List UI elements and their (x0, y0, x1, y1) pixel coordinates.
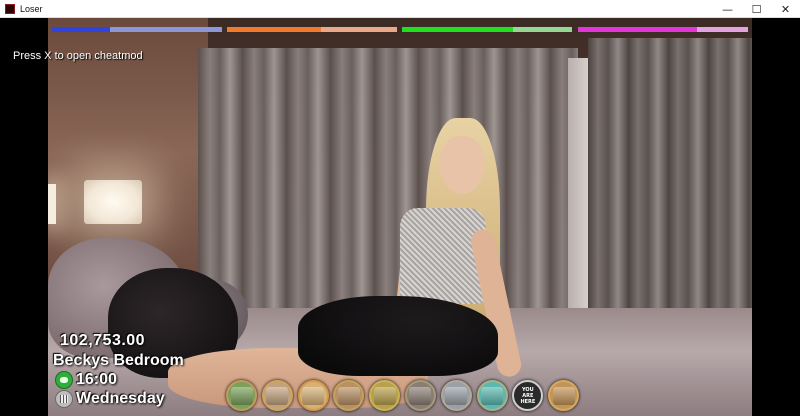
nav-door-icon (552, 386, 575, 405)
day-display: Wednesday (55, 390, 165, 408)
bar-orange (227, 27, 397, 32)
nav-character-button[interactable] (440, 380, 472, 411)
bar-magenta (578, 27, 748, 32)
game-viewport: Press X to open cheatmod 102,753.00 Beck… (0, 18, 800, 416)
nav-shop-button[interactable] (476, 380, 508, 411)
time-display[interactable]: 16:00 (55, 371, 117, 389)
close-button[interactable]: ✕ (771, 0, 800, 18)
window-title: Loser (20, 3, 43, 14)
bar-orange-fill (227, 27, 321, 32)
nav-door-button[interactable] (548, 380, 580, 411)
bar-blue-fill (52, 27, 110, 32)
bar-green (402, 27, 572, 32)
lamp-left (48, 184, 56, 224)
lamp (84, 180, 142, 224)
bar-green-fill (402, 27, 513, 32)
day-text: Wednesday (76, 390, 165, 407)
title-bar: Loser — ☐ ✕ (0, 0, 800, 18)
you-are-here-text: ARE (522, 392, 534, 399)
nav-livingroom-button[interactable] (333, 380, 365, 411)
nav-bedroom-button[interactable] (404, 380, 436, 411)
clock-icon (55, 371, 73, 389)
nav-outside-button[interactable] (226, 380, 257, 411)
you-are-here-label: YOU ARE HERE (520, 387, 535, 405)
nav-shop-icon (481, 386, 504, 405)
money-display: 102,753.00 (60, 332, 146, 349)
character-skirt (298, 296, 498, 376)
location-name: Beckys Bedroom (53, 352, 184, 369)
time-text: 16:00 (76, 371, 117, 388)
character-face[interactable] (440, 136, 484, 194)
minimize-button[interactable]: — (713, 0, 742, 18)
maximize-button[interactable]: ☐ (742, 0, 771, 18)
window-controls: — ☐ ✕ (713, 0, 800, 18)
nav-bedroom-icon (409, 386, 432, 405)
nav-kitchen-button[interactable] (297, 380, 329, 411)
you-are-here-text: YOU (521, 386, 534, 393)
game-window: Loser — ☐ ✕ Press X to open cheatmod 102… (0, 0, 800, 416)
nav-kitchen-icon (302, 386, 325, 405)
you-are-here-text: HERE (520, 398, 536, 405)
cheat-hint: Press X to open cheatmod (13, 50, 143, 62)
nav-outside-icon (230, 386, 253, 405)
nav-you-are-here-button[interactable]: YOU ARE HERE (512, 380, 544, 411)
nav-town-button[interactable] (369, 380, 401, 411)
nav-hallway-button[interactable] (261, 380, 293, 411)
calendar-icon (55, 390, 73, 408)
nav-hallway-icon (266, 386, 289, 405)
navigation-bar: YOU ARE HERE (226, 380, 584, 411)
nav-town-icon (373, 386, 396, 405)
bar-blue (52, 27, 222, 32)
bar-magenta-fill (578, 27, 697, 32)
app-icon (5, 3, 15, 14)
nav-character-icon (445, 386, 468, 405)
nav-livingroom-icon (337, 386, 360, 405)
